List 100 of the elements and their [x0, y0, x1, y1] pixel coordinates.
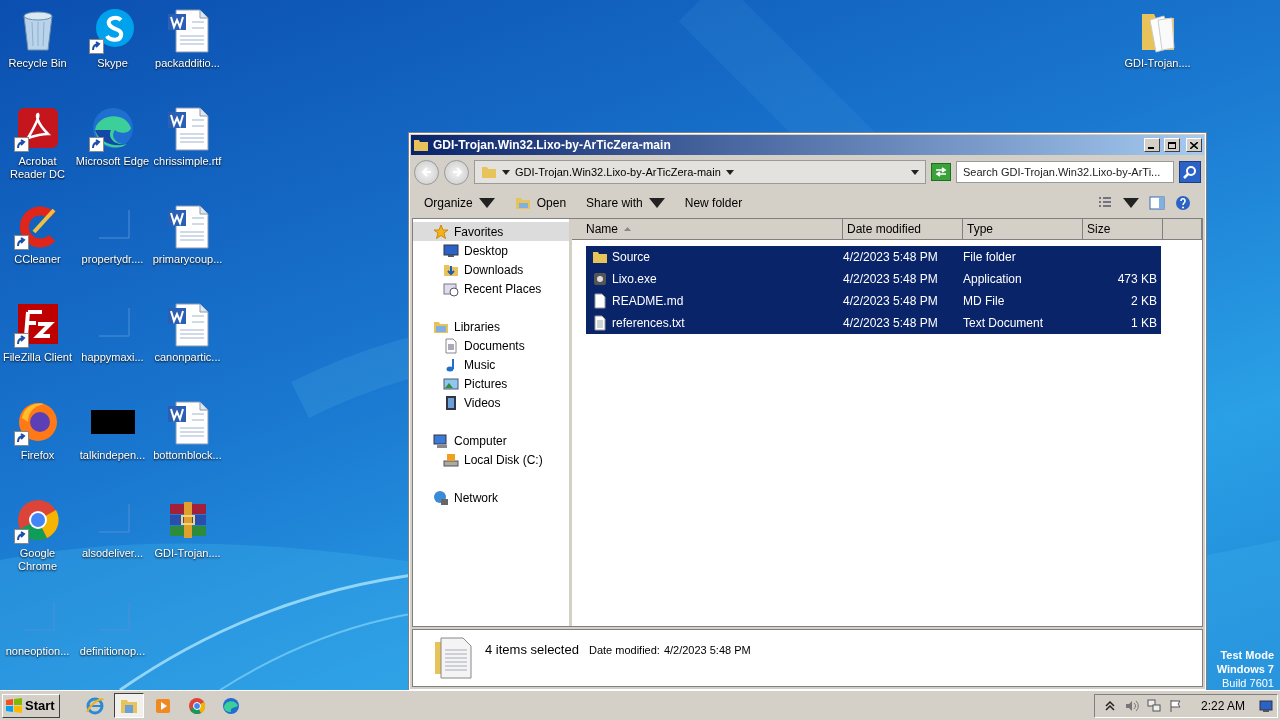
nav-item[interactable]: Libraries	[413, 317, 569, 336]
column-header[interactable]: Size	[1083, 219, 1163, 240]
file-name: references.txt	[612, 316, 685, 330]
search-button[interactable]	[1179, 161, 1201, 183]
recent-places-icon	[443, 280, 459, 297]
minimize-button[interactable]	[1144, 138, 1160, 152]
column-header[interactable]: Type	[963, 219, 1083, 240]
close-icon	[1190, 141, 1198, 149]
nav-item[interactable]: Music	[413, 355, 569, 374]
drive-icon	[443, 451, 459, 468]
taskbar-button[interactable]	[113, 693, 144, 718]
toolbar-button[interactable]: Share with	[578, 193, 673, 213]
nav-item[interactable]: Computer	[413, 431, 569, 450]
address-path[interactable]: GDI-Trojan.Win32.Lixo-by-ArTicZera-main	[515, 166, 721, 178]
desktop-icon-label[interactable]: GDI-Trojan....	[1124, 57, 1191, 70]
desktop-icon-label[interactable]: CCleaner	[14, 253, 61, 266]
files-stack-icon	[433, 634, 475, 680]
desktop-icon-label[interactable]: Microsoft Edge	[75, 155, 150, 168]
desktop-icon-label[interactable]: bottomblock...	[153, 449, 222, 462]
table-cell-text: Application	[963, 272, 1023, 286]
clock[interactable]: 2:22 AM	[1200, 698, 1245, 713]
desktop-icon-label[interactable]: chrissimple.rtf	[153, 155, 222, 168]
address-bar[interactable]: GDI-Trojan.Win32.Lixo-by-ArTicZera-main	[474, 160, 926, 184]
search-field[interactable]: Search GDI-Trojan.Win32.Lixo-by-ArTi...	[956, 161, 1174, 183]
test-mode-text: Build 7601	[1222, 676, 1274, 690]
nav-item[interactable]: Local Disk (C:)	[413, 450, 569, 469]
caret-icon	[725, 169, 734, 175]
search-icon	[1183, 165, 1197, 179]
table-cell-text: Text Document	[963, 316, 1045, 330]
file-row[interactable]: README.md 4/2/2023 5:48 PM MD File 2 KB	[586, 290, 1161, 312]
desktop-icon-label[interactable]: packadditio...	[155, 57, 220, 70]
test-mode-text: Test Mode	[1220, 648, 1274, 662]
edge-icon	[220, 695, 241, 716]
monitor-icon	[443, 242, 459, 259]
nav-item[interactable]: Recent Places	[413, 279, 569, 298]
column-header[interactable]: Name	[572, 219, 843, 240]
flag-icon[interactable]	[1168, 698, 1183, 713]
nav-item[interactable]: Network	[413, 488, 569, 507]
table-cell-text: 2 KB	[1130, 294, 1158, 308]
nav-item[interactable]: Favorites	[413, 222, 569, 241]
nav-item[interactable]: Downloads	[413, 260, 569, 279]
toolbar-button[interactable]: New folder	[676, 194, 751, 212]
selection-summary: 4 items selected	[485, 642, 579, 657]
table-cell-text: MD File	[963, 294, 1006, 308]
nav-item[interactable]: Pictures	[413, 374, 569, 393]
close-button[interactable]	[1186, 138, 1202, 152]
desktop-icon-label[interactable]: talkindepen...	[79, 449, 146, 462]
test-mode-text: Windows 7	[1216, 662, 1274, 676]
folder-icon	[514, 195, 531, 211]
folder-icon	[481, 164, 497, 180]
toolbar-button[interactable]: Open	[506, 193, 575, 213]
desktop-icon-label[interactable]: happymaxi...	[81, 351, 144, 364]
speaker-icon[interactable]	[1124, 698, 1139, 713]
desktop-icon-label[interactable]: Firefox	[20, 449, 55, 462]
windows-flag-icon	[5, 697, 23, 714]
caret-icon	[502, 169, 510, 175]
toolbar-button[interactable]: Organize	[416, 193, 503, 213]
table-cell-text: 4/2/2023 5:48 PM	[843, 294, 939, 308]
desktop-icon-label[interactable]: propertydr....	[81, 253, 144, 266]
date-modified-label: Date modified:	[588, 644, 660, 656]
pictures-icon	[443, 375, 459, 392]
film-icon	[443, 394, 459, 411]
desktop-icon-label[interactable]: Recycle Bin	[8, 57, 67, 70]
preview-pane-icon[interactable]	[1149, 195, 1165, 211]
network-icon[interactable]	[1146, 698, 1161, 713]
start-button[interactable]: Start	[2, 693, 60, 718]
sort-arrow-icon	[624, 227, 631, 231]
desktop-icon-label[interactable]: Acrobat Reader DC	[0, 155, 75, 181]
file-row[interactable]: Source 4/2/2023 5:48 PM File folder	[586, 246, 1161, 268]
refresh-arrows-icon	[934, 166, 948, 178]
nav-item[interactable]: Videos	[413, 393, 569, 412]
desktop-icon-label[interactable]: canonpartic...	[154, 351, 221, 364]
table-cell-text: 473 KB	[1116, 272, 1158, 286]
file-name: Source	[612, 250, 651, 264]
window-title: GDI-Trojan.Win32.Lixo-by-ArTicZera-main	[433, 138, 672, 152]
table-cell-text: 4/2/2023 5:48 PM	[843, 272, 939, 286]
table-cell-text: File folder	[963, 250, 1017, 264]
desktop-icon-label[interactable]: FileZilla Client	[2, 351, 73, 364]
forward-arrow-icon	[450, 166, 463, 178]
nav-item[interactable]: Desktop	[413, 241, 569, 260]
file-icon	[592, 293, 608, 309]
desktop-icon-label[interactable]: Skype	[97, 57, 128, 70]
desktop-icon-label[interactable]: primarycoup...	[152, 253, 223, 266]
internet-explorer-icon	[84, 695, 105, 716]
help-icon[interactable]	[1175, 195, 1191, 211]
refresh-button[interactable]	[931, 163, 951, 181]
gear-icon	[592, 271, 608, 287]
column-header[interactable]: Date modified	[843, 219, 963, 240]
table-cell-text: 4/2/2023 5:48 PM	[843, 250, 939, 264]
folder-icon	[413, 137, 429, 153]
file-row[interactable]: references.txt 4/2/2023 5:48 PM Text Document 1 KB	[586, 312, 1161, 334]
nav-item[interactable]: Documents	[413, 336, 569, 355]
network-icon	[433, 489, 449, 506]
show-desktop-icon[interactable]	[1259, 698, 1273, 713]
file-name: Lixo.exe	[612, 272, 657, 286]
file-row[interactable]: Lixo.exe 4/2/2023 5:48 PM Application 473 KB	[586, 268, 1161, 290]
file-name: README.md	[612, 294, 684, 308]
table-cell-text: 4/2/2023 5:48 PM	[843, 316, 939, 330]
folder-icon	[592, 249, 608, 265]
maximize-button[interactable]	[1164, 138, 1180, 152]
